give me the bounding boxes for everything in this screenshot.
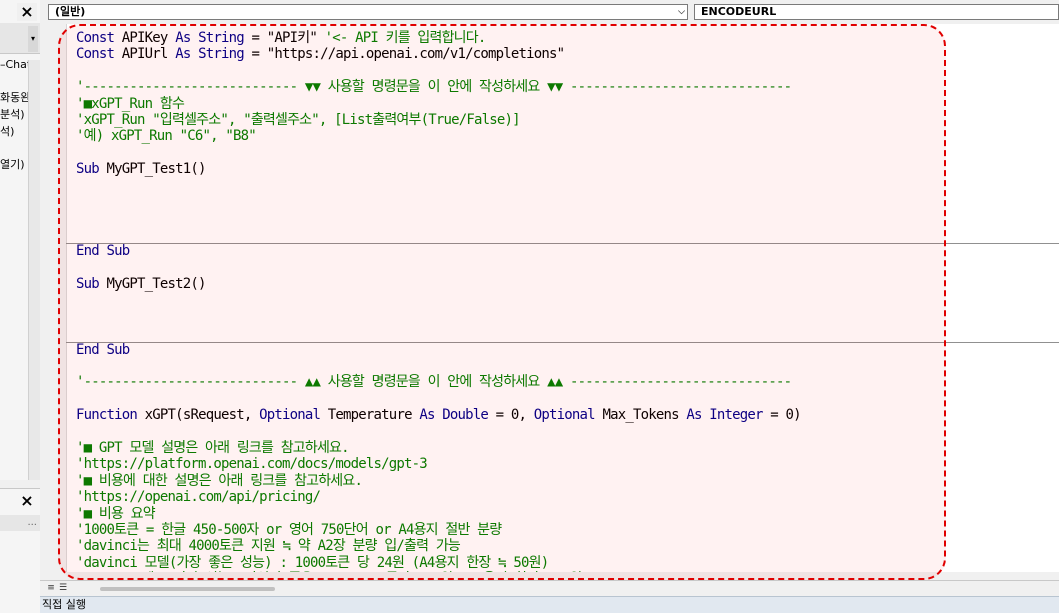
code-token: = 0, (488, 407, 534, 424)
code-line[interactable]: 'davinci는 최대 4000토큰 지원 ≒ 약 A2장 분량 입/출력 가… (76, 538, 461, 555)
code-line[interactable]: Function xGPT(sRequest, Optional Tempera… (76, 407, 802, 424)
code-comment: 'curie 모델(보편적 성능, 가성비 좋음) : 1000토큰당 2.4원… (76, 571, 590, 572)
code-line[interactable]: 'https://openai.com/api/pricing/ (76, 489, 321, 506)
project-explorer-panel: × ▾ –ChatG 화동완성 분석) 석) 열기) × ... (0, 0, 41, 613)
project-tree: × ▾ –ChatG 화동완성 분석) 석) 열기) (0, 0, 41, 480)
tree-item[interactable]: 석) (0, 123, 14, 139)
code-comment: 'https://openai.com/api/pricing/ (76, 489, 321, 506)
code-token: APIUrl (121, 46, 176, 63)
horizontal-scrollbar[interactable]: ≡ ☰ (40, 580, 1059, 595)
code-line[interactable]: Sub MyGPT_Test1() (76, 161, 207, 178)
code-token: APIKey (121, 30, 176, 46)
code-token: = "https://api.openai.com/v1/completions… (243, 46, 565, 63)
procedure-separator (66, 342, 1059, 343)
close-icon[interactable]: × (17, 492, 37, 510)
code-token: MyGPT_Test1() (106, 161, 207, 178)
code-comment: '■xGPT_Run 함수 (76, 95, 185, 112)
code-keyword: Optional (259, 407, 328, 424)
procedure-view-icon[interactable]: ≡ (46, 582, 56, 594)
code-token: xGPT(sRequest, (144, 407, 260, 424)
code-keyword: Optional (533, 407, 603, 424)
code-keyword: As Double (419, 407, 488, 424)
code-line[interactable]: '■ 비용에 대한 설명은 아래 링크를 참고하세요. (76, 472, 363, 489)
code-keyword: Sub (76, 161, 107, 178)
code-line[interactable]: Sub MyGPT_Test2() (76, 276, 207, 292)
code-keyword: End Sub (76, 243, 130, 260)
object-dropdown[interactable]: (일반) ⌵ (48, 4, 688, 20)
procedure-dropdown-value: ENCODEURL (701, 5, 777, 18)
code-token: MyGPT_Test2() (106, 276, 207, 292)
margin-indicator-bar[interactable] (40, 24, 67, 572)
properties-more-button[interactable]: ... (0, 515, 40, 531)
code-line[interactable]: 'https://platform.openai.com/docs/models… (76, 456, 428, 473)
code-line[interactable]: '■ 비용 요약 (76, 505, 156, 522)
code-comment: '<- API 키를 입력합니다. (324, 30, 487, 46)
code-keyword: Function (76, 407, 145, 424)
code-line[interactable]: Const APIUrl As String = "https://api.op… (76, 46, 565, 63)
tree-item[interactable]: 분석) (0, 106, 25, 122)
vertical-scrollbar[interactable] (28, 60, 40, 480)
close-icon[interactable]: × (17, 3, 37, 21)
code-line[interactable]: 'davinci 모델(가장 좋은 성능) : 1000토큰 당 24원 (A4… (76, 554, 549, 571)
code-line[interactable]: '---------------------------- ▲▲ 사용할 명령문… (76, 374, 792, 391)
procedure-separator (66, 243, 1059, 244)
code-token: Temperature (327, 407, 420, 424)
properties-panel: × ... (0, 488, 40, 613)
code-keyword: As Integer (686, 407, 763, 424)
code-comment: '■ 비용 요약 (76, 505, 156, 522)
code-line[interactable]: 'curie 모델(보편적 성능, 가성비 좋음) : 1000토큰당 2.4원… (76, 571, 590, 572)
code-comment: 'davinci 모델(가장 좋은 성능) : 1000토큰 당 24원 (A4… (76, 554, 549, 571)
code-keyword: As String (175, 30, 244, 46)
code-token: = 0) (762, 407, 801, 424)
code-keyword: End Sub (76, 341, 130, 358)
code-keyword: Sub (76, 276, 107, 292)
code-window-toolbar: (일반) ⌵ ENCODEURL (40, 0, 1059, 25)
code-comment: '---------------------------- ▼▼ 사용할 명령문… (76, 79, 792, 96)
code-comment: 'https://platform.openai.com/docs/models… (76, 456, 428, 473)
code-line[interactable]: '■xGPT_Run 함수 (76, 95, 185, 112)
chevron-down-icon[interactable]: ⌵ (678, 5, 685, 19)
procedure-dropdown[interactable]: ENCODEURL (694, 4, 1059, 20)
code-line[interactable]: '1000토큰 = 한글 450-500자 or 영어 750단어 or A4용… (76, 522, 502, 538)
code-token: = "API키" (243, 30, 325, 46)
tree-item[interactable]: 열기) (0, 156, 25, 172)
immediate-window-title: 직접 실행 (40, 596, 1059, 613)
code-line[interactable]: 'xGPT_Run "입력셀주소", "출력셀주소", [List출력여부(Tr… (76, 112, 521, 128)
code-comment: '1000토큰 = 한글 450-500자 or 영어 750단어 or A4용… (76, 522, 502, 538)
scroll-down-icon[interactable]: ▾ (28, 26, 38, 52)
code-comment: 'xGPT_Run "입력셀주소", "출력셀주소", [List출력여부(Tr… (76, 112, 521, 128)
full-module-view-icon[interactable]: ☰ (58, 582, 68, 594)
code-line[interactable]: End Sub (76, 341, 130, 358)
code-line[interactable]: '■ GPT 모델 설명은 아래 링크를 참고하세요. (76, 440, 350, 456)
code-comment: '■ 비용에 대한 설명은 아래 링크를 참고하세요. (76, 472, 363, 489)
code-line[interactable]: Const APIKey As String = "API키" '<- API … (76, 30, 487, 46)
code-keyword: As String (175, 46, 244, 63)
code-token: Max_Tokens (602, 407, 687, 424)
code-editor[interactable]: Const APIKey As String = "API키" '<- API … (40, 24, 1059, 572)
code-comment: '■ GPT 모델 설명은 아래 링크를 참고하세요. (76, 440, 350, 456)
code-line[interactable]: '---------------------------- ▼▼ 사용할 명령문… (76, 79, 792, 96)
code-keyword: Const (76, 46, 122, 63)
object-dropdown-value: (일반) (55, 5, 86, 18)
code-keyword: Const (76, 30, 122, 46)
code-line[interactable]: '예) xGPT_Run "C6", "B8" (76, 128, 257, 145)
code-comment: '예) xGPT_Run "C6", "B8" (76, 128, 257, 145)
code-comment: 'davinci는 최대 4000토큰 지원 ≒ 약 A2장 분량 입/출력 가… (76, 538, 461, 555)
code-comment: '---------------------------- ▲▲ 사용할 명령문… (76, 374, 792, 391)
scroll-thumb[interactable] (100, 587, 275, 591)
code-line[interactable]: End Sub (76, 243, 130, 260)
